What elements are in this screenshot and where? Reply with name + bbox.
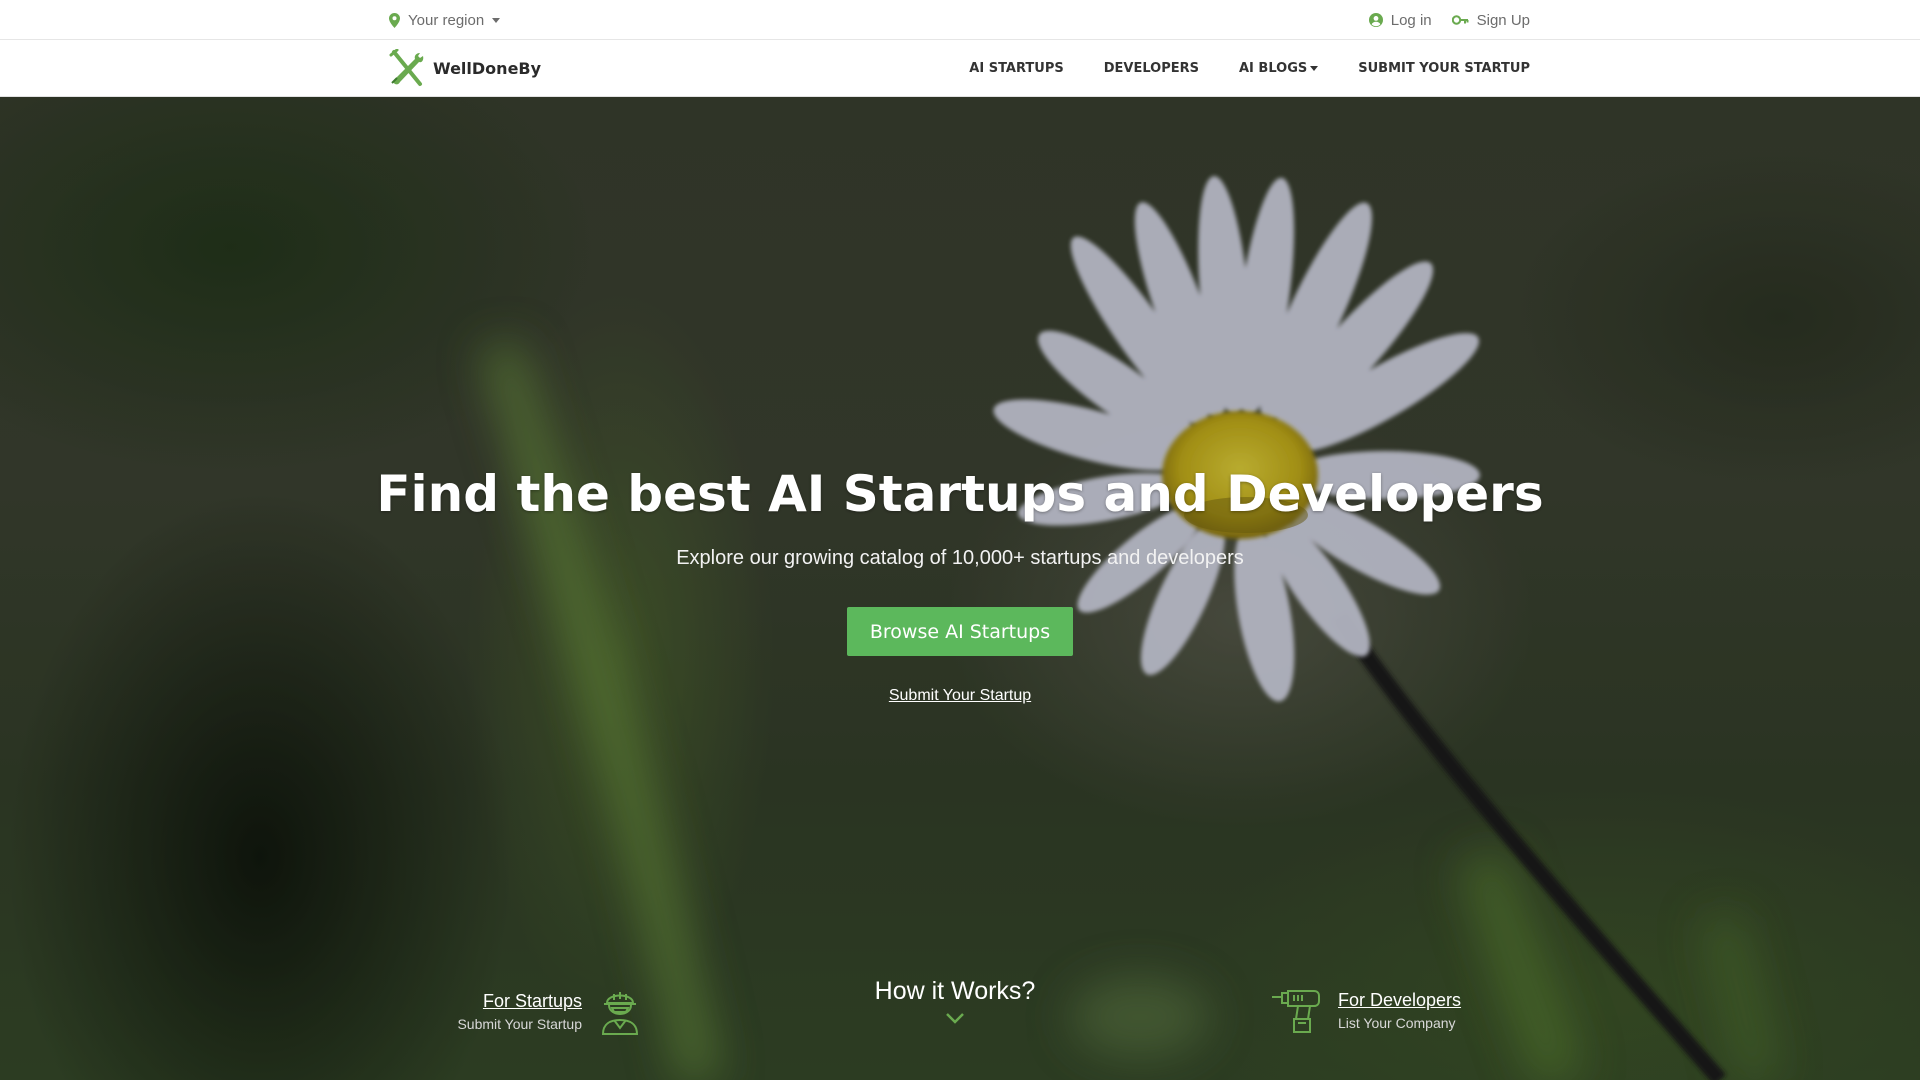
login-link[interactable]: Log in <box>1368 11 1432 29</box>
hero-subtitle: Explore our growing catalog of 10,000+ s… <box>676 547 1244 569</box>
how-it-works[interactable]: How it Works? <box>0 977 1910 1024</box>
hero-overlay <box>0 97 1920 1080</box>
top-utility-bar: Your region Log in Sign Up <box>0 0 1920 40</box>
nav-item-label: SUBMIT YOUR STARTUP <box>1358 61 1530 76</box>
brand-name: WellDoneBy <box>433 58 542 78</box>
caret-down-icon <box>1310 66 1319 71</box>
hero-section: Find the best AI Startups and Developers… <box>0 97 1920 1080</box>
nav-item-label: AI STARTUPS <box>969 61 1064 76</box>
main-navbar: WellDoneBy AI STARTUPS DEVELOPERS AI BLO… <box>0 40 1920 97</box>
nav-item-ai-startups[interactable]: AI STARTUPS <box>969 61 1063 76</box>
account-links: Log in Sign Up <box>1368 0 1530 40</box>
how-it-works-label: How it Works? <box>874 977 1036 1005</box>
browse-startups-button[interactable]: Browse AI Startups <box>847 607 1073 656</box>
signup-label: Sign Up <box>1476 11 1530 29</box>
submit-startup-link[interactable]: Submit Your Startup <box>0 687 1920 705</box>
region-selector[interactable]: Your region <box>389 0 501 40</box>
chevron-down-icon <box>492 17 501 23</box>
tools-logo-icon <box>389 49 424 86</box>
signup-link[interactable]: Sign Up <box>1451 11 1530 29</box>
nav-item-submit-startup[interactable]: SUBMIT YOUR STARTUP <box>1358 61 1530 76</box>
nav-item-label: DEVELOPERS <box>1103 61 1199 76</box>
nav-item-developers[interactable]: DEVELOPERS <box>1104 61 1199 76</box>
drill-icon <box>1272 990 1320 1033</box>
hero-title: Find the best AI Startups and Developers <box>376 465 1544 523</box>
chevron-down-icon <box>946 1013 964 1024</box>
region-label: Your region <box>408 11 485 29</box>
login-label: Log in <box>1390 11 1432 29</box>
user-circle-icon <box>1368 13 1383 27</box>
nav-menu: AI STARTUPS DEVELOPERS AI BLOGS SUBMIT Y… <box>969 40 1530 97</box>
for-developers-link[interactable]: For Developers <box>1338 990 1461 1011</box>
key-icon <box>1451 15 1469 25</box>
nav-item-label: AI BLOGS <box>1239 61 1308 76</box>
nav-item-ai-blogs[interactable]: AI BLOGS <box>1239 61 1319 76</box>
for-developers-subtitle: List Your Company <box>1338 1014 1456 1031</box>
map-pin-icon <box>389 12 400 28</box>
for-developers-block: For Developers List Your Company <box>1270 987 1461 1033</box>
brand-logo-link[interactable]: WellDoneBy <box>389 49 541 87</box>
